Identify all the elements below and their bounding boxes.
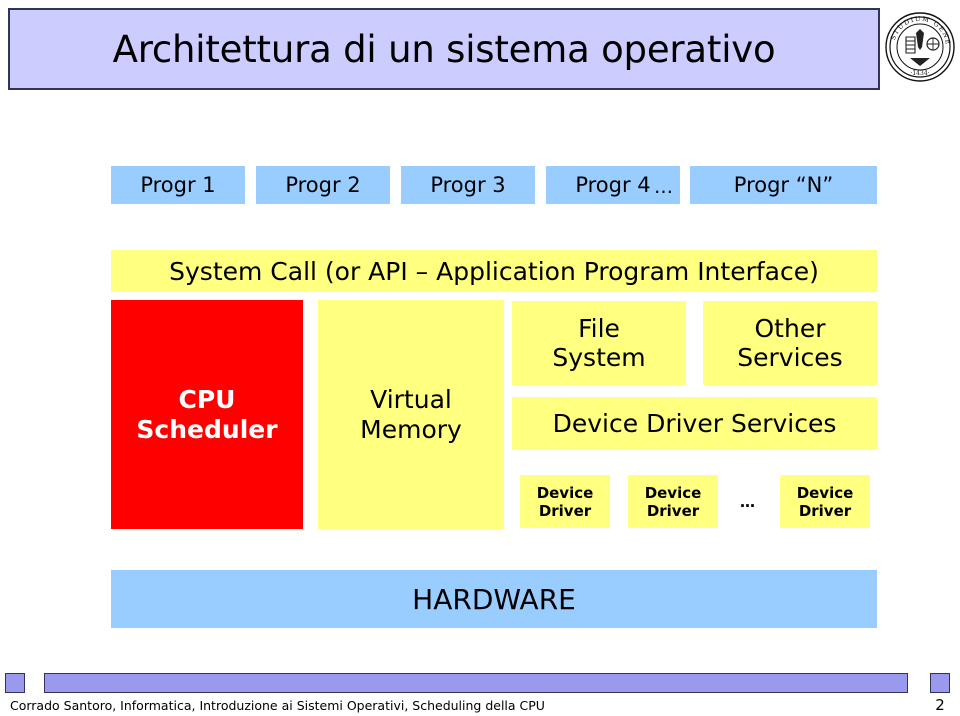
file-system-label: File System <box>552 314 646 372</box>
footer-decoration-bar <box>44 673 908 693</box>
other-services-label: Other Services <box>737 314 843 372</box>
program-box-label: Progr 4 <box>575 173 651 197</box>
university-seal-icon: ·1434· STUDIUM GENERALE <box>880 5 956 83</box>
file-system-box: File System <box>512 301 686 385</box>
footer-credit-text: Corrado Santoro, Informatica, Introduzio… <box>10 698 545 713</box>
program-box-2[interactable]: Progr 2 <box>256 166 390 204</box>
cpu-scheduler-label: CPU Scheduler <box>136 385 278 444</box>
program-box-label: Progr “N” <box>733 173 834 197</box>
device-driver-label: Device Driver <box>536 483 594 520</box>
system-call-bar: System Call (or API – Application Progra… <box>111 250 877 292</box>
device-driver-box-3: Device Driver <box>780 475 870 528</box>
system-call-label: System Call (or API – Application Progra… <box>169 256 819 286</box>
program-box-label: Progr 1 <box>140 173 216 197</box>
slide-page-number: 2 <box>935 696 945 714</box>
device-driver-box-2: Device Driver <box>628 475 718 528</box>
device-driver-label: Device Driver <box>644 483 702 520</box>
device-driver-row-ellipsis: … <box>740 492 756 511</box>
device-driver-box-1: Device Driver <box>520 475 610 528</box>
device-driver-label: Device Driver <box>796 483 854 520</box>
page-title: Architettura di un sistema operativo <box>112 27 776 71</box>
program-row-ellipsis: … <box>654 176 674 198</box>
virtual-memory-label: Virtual Memory <box>360 385 462 444</box>
other-services-box: Other Services <box>703 301 877 385</box>
program-box-3[interactable]: Progr 3 <box>401 166 535 204</box>
cpu-scheduler-box: CPU Scheduler <box>111 300 303 529</box>
footer-decoration-right <box>930 673 950 693</box>
program-box-label: Progr 2 <box>285 173 361 197</box>
svg-text:·1434·: ·1434· <box>910 70 929 77</box>
virtual-memory-box: Virtual Memory <box>318 300 504 529</box>
hardware-bar: HARDWARE <box>111 570 877 628</box>
footer-decoration-left <box>5 673 25 693</box>
program-box-1[interactable]: Progr 1 <box>111 166 245 204</box>
program-box-n[interactable]: Progr “N” <box>690 166 877 204</box>
device-driver-services-label: Device Driver Services <box>552 409 837 438</box>
device-driver-services-bar: Device Driver Services <box>512 397 877 450</box>
hardware-label: HARDWARE <box>412 582 576 616</box>
slide-title-bar: Architettura di un sistema operativo <box>8 8 880 90</box>
program-box-label: Progr 3 <box>430 173 506 197</box>
